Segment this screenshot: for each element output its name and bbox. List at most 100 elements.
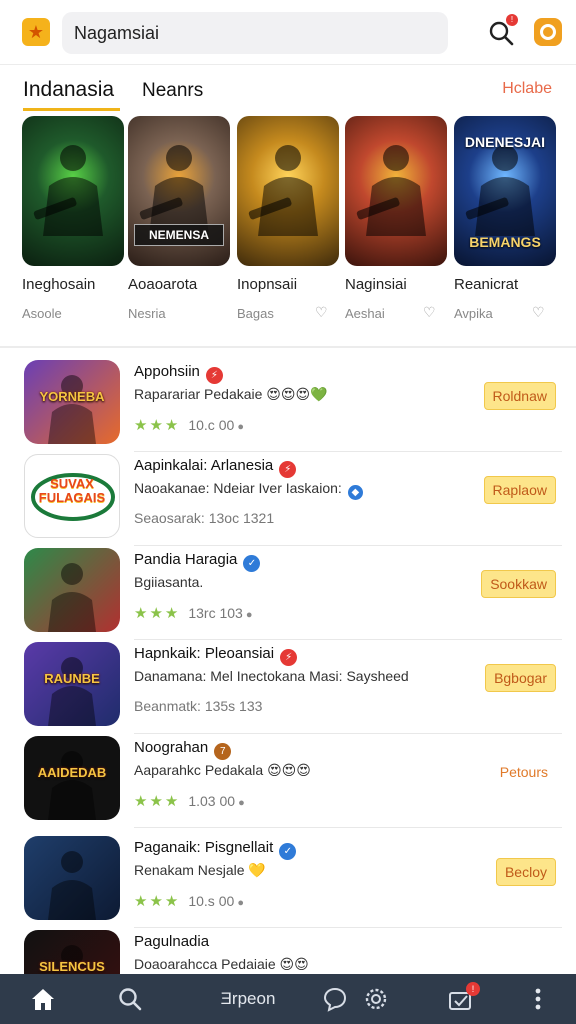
app-list-row[interactable]: Pandia Haragia ✓ Bgiiasanta. ★★★ 13rc 103 ● S… (0, 546, 576, 640)
app-title-text: Pandia Haragia (134, 551, 238, 568)
featured-character-art (248, 145, 318, 236)
app-icon[interactable]: SUVAX FULAGAIS (24, 454, 120, 538)
app-meta: ★★★ 13rc 103 ● (134, 604, 253, 622)
lock-icon: ● (234, 897, 244, 909)
favorite-heart-icon[interactable]: ♡ (315, 304, 328, 321)
profile-avatar[interactable] (534, 18, 562, 46)
app-icon-label: AAIDEDAB (37, 765, 107, 780)
app-description: Aaparahkc Pedakala 😍😍😍 (134, 762, 311, 779)
featured-character-art (33, 145, 103, 236)
app-icon-art (48, 851, 96, 920)
app-description: Bgiiasanta. (134, 574, 203, 590)
app-action-button[interactable]: Raplaow (483, 476, 556, 504)
row-divider (134, 827, 562, 828)
app-icon[interactable]: AAIDEDAB (24, 736, 120, 820)
app-title[interactable]: Aapinkalai: Arlanesia ⚡ (134, 457, 297, 478)
rating-stars-icon: ★★★ (134, 417, 181, 434)
app-meta-text: 10.s 00 (188, 893, 235, 909)
lock-icon: ● (235, 797, 245, 809)
app-title[interactable]: Paganaik: Pisgnellait ✓ (134, 839, 297, 860)
featured-card[interactable] (345, 116, 447, 266)
app-meta-text: 1.03 00 (188, 793, 236, 809)
featured-character-art (356, 145, 426, 236)
featured-card[interactable]: NEMENSA (128, 116, 230, 266)
featured-card-title[interactable]: Inopnsaii (237, 276, 297, 293)
featured-card[interactable]: DNENESJAI BEMANGS (454, 116, 556, 266)
notification-badge: ! (506, 14, 518, 26)
app-action-button[interactable]: Sookkaw (481, 570, 556, 598)
favorite-heart-icon[interactable]: ♡ (423, 304, 436, 321)
app-title-text: Pagulnadia (134, 933, 210, 950)
verified-badge-icon: ✓ (243, 555, 261, 572)
app-action-button[interactable]: Petours (492, 758, 556, 786)
nav-home-icon[interactable] (28, 986, 58, 1012)
nav-search-icon[interactable] (116, 986, 144, 1012)
app-description: Doaoarahcca Pedaiaie 😍😍 (134, 956, 309, 973)
lock-icon: ● (234, 421, 244, 433)
search-input[interactable]: Nagamsiai (62, 12, 448, 54)
app-meta-text: Seaosarak: 13oc 1321 (134, 510, 275, 526)
featured-card-title[interactable]: Reanicrat (454, 276, 518, 293)
nav-chat-icon[interactable] (322, 986, 348, 1012)
app-action-button[interactable]: Bgbogar (485, 664, 556, 692)
app-list-row[interactable]: YORNEBA Appohsiin ⚡ Raparariar Pedakaie 😍😍😍… (0, 358, 576, 452)
app-icon-label: SUVAX FULAGAIS (38, 476, 106, 505)
nav-settings-icon[interactable] (363, 986, 389, 1012)
featured-card-subtitle: Avpika (454, 306, 493, 321)
app-title[interactable]: Pandia Haragia ✓ (134, 551, 261, 572)
app-icon-label: SILENCUS (39, 959, 105, 974)
app-description-text: Naoakanae: Ndeiar Iver Iaskaion: (134, 480, 342, 496)
info-badge-icon: ◆ (347, 485, 363, 500)
header-divider (0, 64, 576, 65)
app-title[interactable]: Pagulnadia (134, 933, 209, 950)
app-title[interactable]: Hapnkaik: Pleoansiai ⚡ (134, 645, 298, 666)
featured-card-subtitle: Asoole (22, 306, 62, 321)
top-bar: ★ Nagamsiai ! (0, 0, 576, 64)
hot-badge-icon: ⚡ (279, 461, 297, 478)
app-list-row[interactable]: Paganaik: Pisgnellait ✓ Renakam Nesjale 💛 ★… (0, 834, 576, 928)
rating-stars-icon: ★★★ (134, 605, 181, 622)
featured-card-title[interactable]: Ineghosain (22, 276, 95, 293)
app-icon[interactable] (24, 836, 120, 920)
nav-center-tab[interactable]: Ǝrpeon (206, 986, 290, 1012)
tab-secondary[interactable]: Neanrs (142, 80, 203, 102)
app-description-text: Doaoarahcca Pedaiaie 😍😍 (134, 956, 309, 972)
app-icon-label: YORNEBA (39, 389, 105, 404)
featured-card[interactable] (237, 116, 339, 266)
favorite-heart-icon[interactable]: ♡ (532, 304, 545, 321)
featured-card-title[interactable]: Aoaoarota (128, 276, 197, 293)
app-icon[interactable]: RAUNBE (24, 642, 120, 726)
app-title-text: Aapinkalai: Arlanesia (134, 457, 274, 474)
app-icon[interactable] (24, 548, 120, 632)
app-list-row[interactable]: AAIDEDAB Noograhan 7 Aaparahkc Pedakala 😍😍😍… (0, 734, 576, 828)
app-action-button[interactable]: Becloy (495, 858, 556, 886)
nav-more-icon[interactable] (530, 986, 546, 1012)
verified-badge-icon: ✓ (279, 843, 297, 860)
app-list-row[interactable]: SUVAX FULAGAIS Aapinkalai: Arlanesia ⚡ Naoa… (0, 452, 576, 546)
app-title-text: Noograhan (134, 739, 209, 756)
app-description-text: Danamana: Mel Inectokana Masi: Saysheed (134, 668, 409, 684)
bottom-nav: Ǝrpeon ! (0, 974, 576, 1024)
tab-primary[interactable]: Indanasia (23, 78, 114, 102)
search-input-value: Nagamsiai (74, 22, 160, 43)
app-title[interactable]: Noograhan 7 (134, 739, 232, 760)
app-title[interactable]: Appohsiin ⚡ (134, 363, 223, 384)
app-description-text: Renakam Nesjale 💛 (134, 862, 266, 878)
see-more-link[interactable]: Hclabe (502, 80, 552, 98)
hot-badge-icon: ⚡ (280, 649, 298, 666)
rating-stars-icon: ★★★ (134, 793, 181, 810)
app-action-button[interactable]: Roldnaw (483, 382, 556, 410)
app-icon-label: RAUNBE (44, 671, 100, 686)
featured-card-title[interactable]: Naginsiai (345, 276, 407, 293)
app-list-row[interactable]: RAUNBE Hapnkaik: Pleoansiai ⚡ Danamana: Mel… (0, 640, 576, 734)
featured-card[interactable] (22, 116, 124, 266)
featured-card-subheading: BEMANGS (469, 234, 541, 250)
app-meta-text: 13rc 103 (188, 605, 243, 621)
app-description: Raparariar Pedakaie 😍😍😍💚 (134, 386, 328, 403)
section-divider (0, 346, 576, 348)
nav-inbox-icon[interactable]: ! (446, 982, 480, 1012)
app-description: Danamana: Mel Inectokana Masi: Saysheed (134, 668, 409, 684)
featured-card-subtitle: Bagas (237, 306, 274, 321)
app-icon[interactable]: YORNEBA (24, 360, 120, 444)
app-logo-icon[interactable]: ★ (22, 18, 50, 46)
